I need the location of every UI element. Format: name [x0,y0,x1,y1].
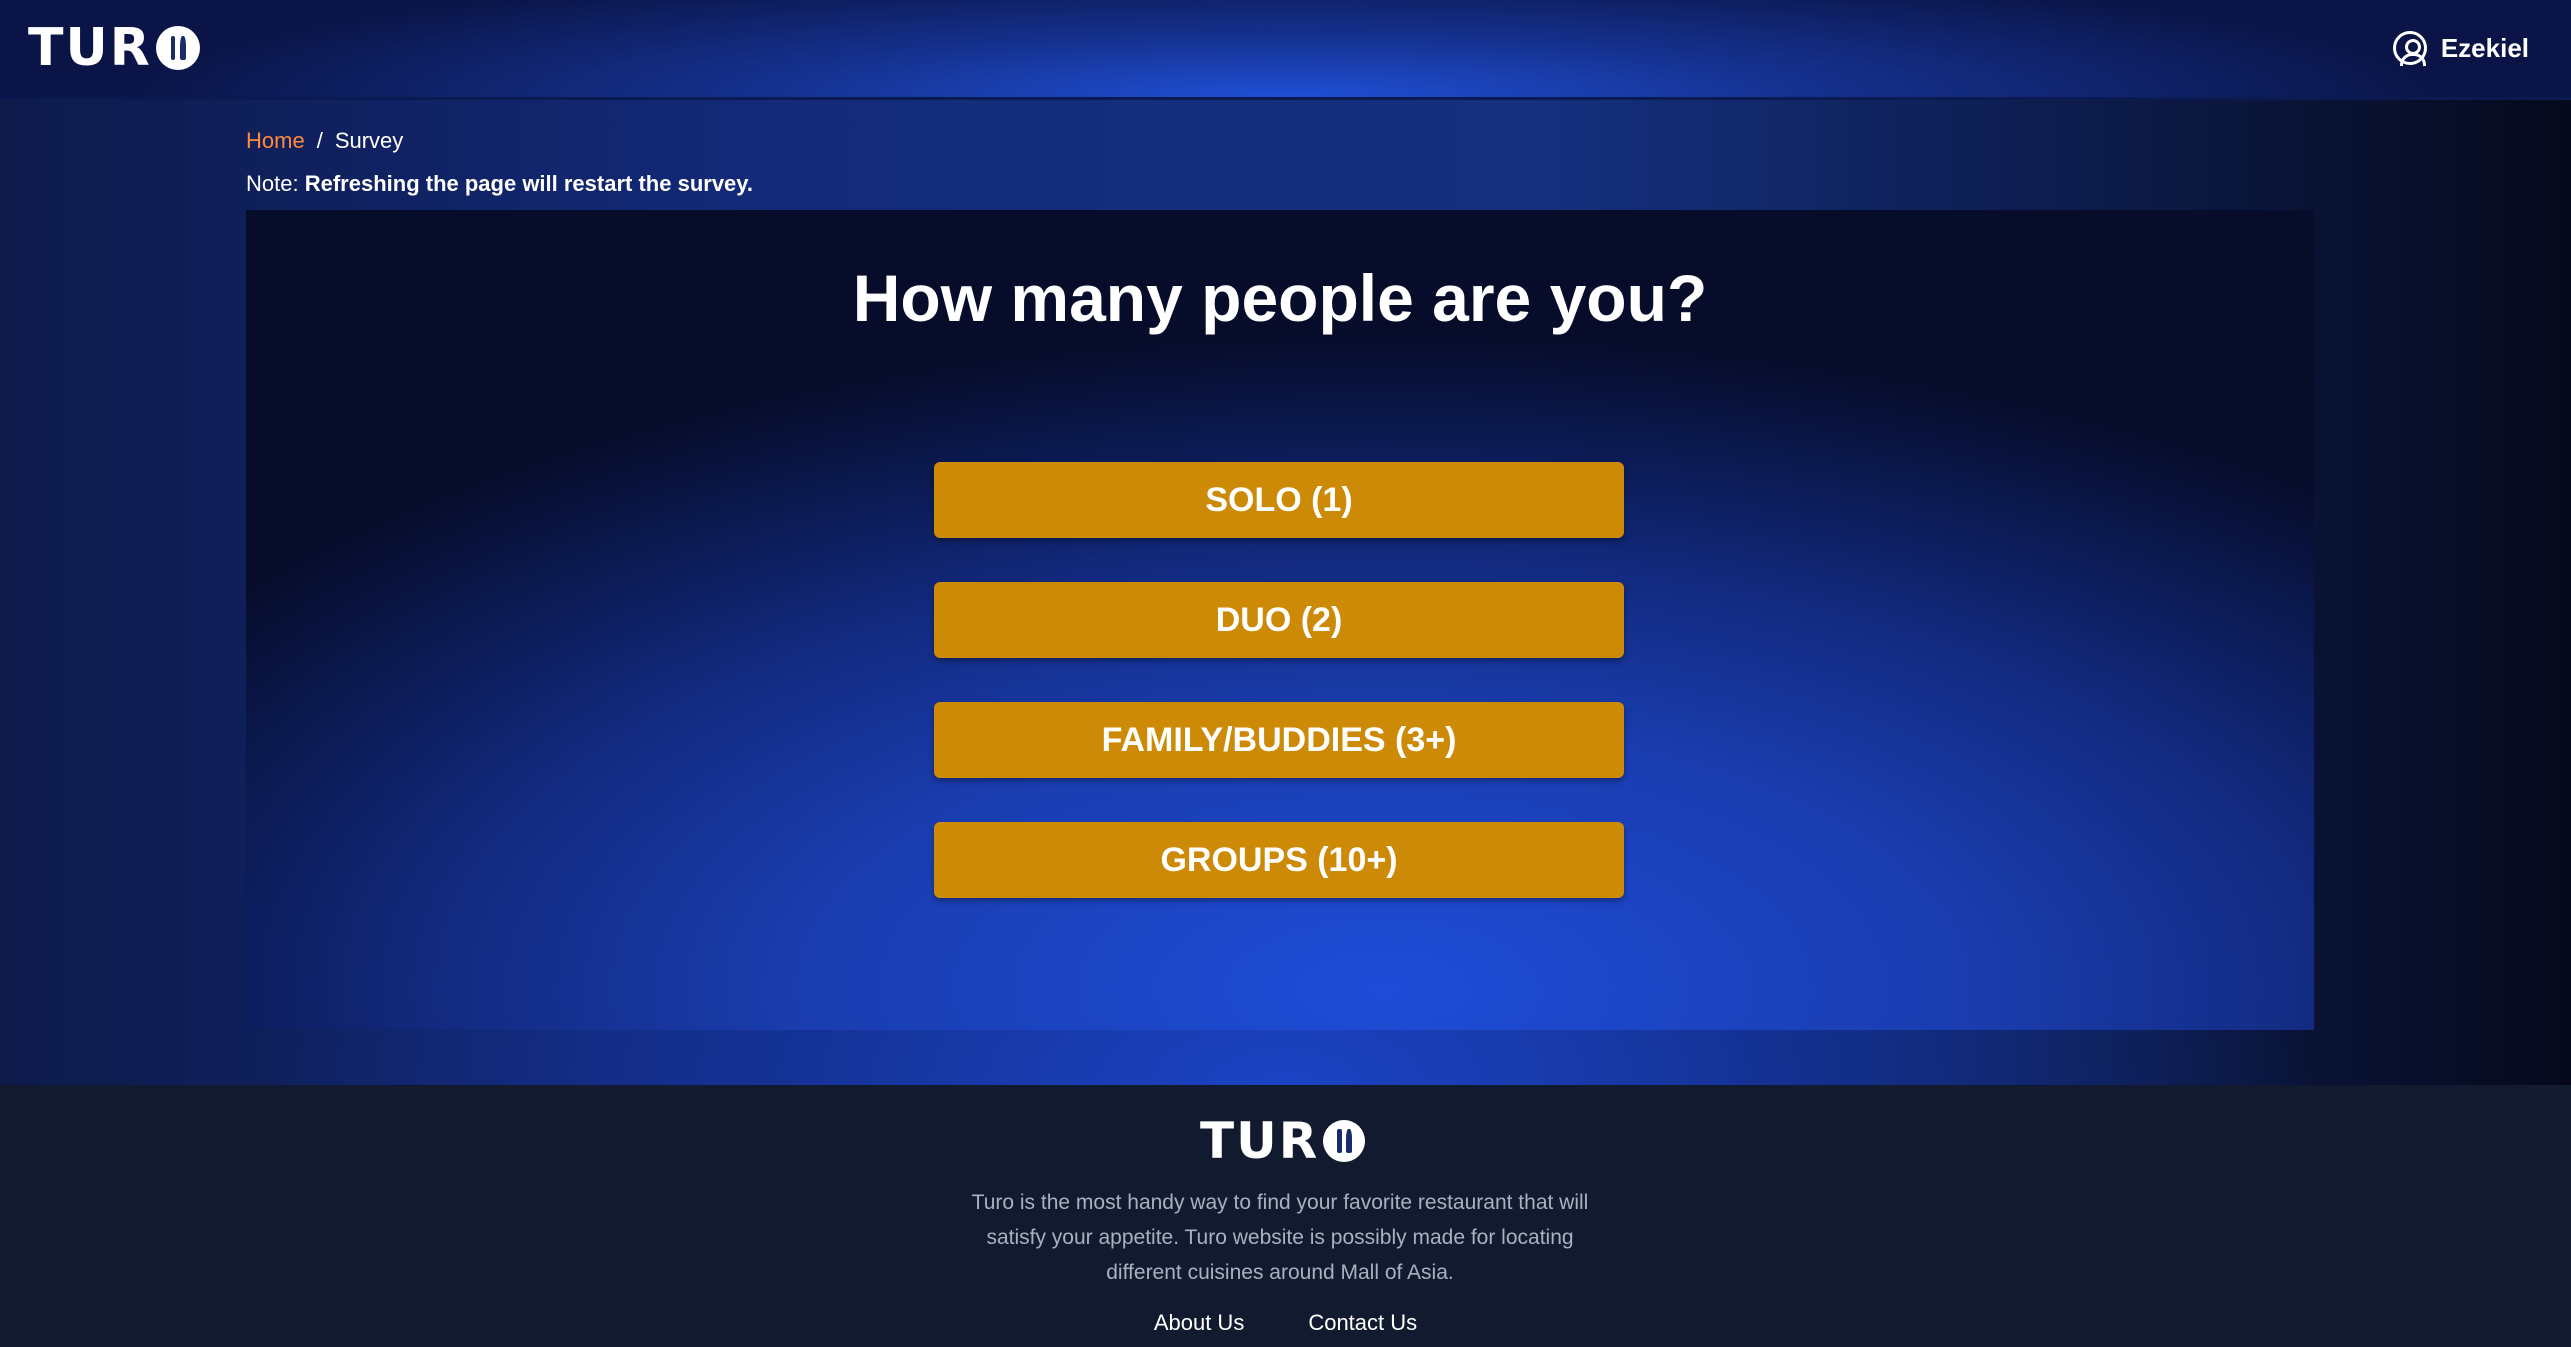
top-navbar: TUR Ezekiel [0,0,2571,100]
footer-logo: TUR [1200,1111,1366,1171]
survey-note: Note: Refreshing the page will restart t… [246,171,753,197]
utensils-o-icon [1323,1120,1366,1162]
footer-description: Turo is the most handy way to find your … [971,1191,1589,1284]
option-groups-button[interactable]: GROUPS (10+) [934,822,1624,898]
breadcrumb: Home / Survey [246,128,403,154]
breadcrumb-current: Survey [334,128,404,153]
user-menu[interactable]: Ezekiel [2392,28,2529,68]
user-name: Ezekiel [2440,32,2529,63]
footer: TUR Turo is the most handy way to find y… [0,1085,2571,1347]
survey-question: How many people are you? [852,261,1708,335]
about-us-link[interactable]: About Us [1154,1310,1245,1336]
breadcrumb-home-link[interactable]: Home [246,128,305,154]
note-label: Note: [246,171,299,196]
option-duo-button[interactable]: DUO (2) [934,582,1624,658]
footer-links: About Us Contact Us [0,1310,2571,1336]
note-text: Refreshing the page will restart the sur… [304,171,754,196]
turo-logo[interactable]: TUR [28,18,200,78]
user-circle-icon [2392,31,2427,66]
option-family-buddies-button[interactable]: FAMILY/BUDDIES (3+) [934,702,1624,778]
contact-us-link[interactable]: Contact Us [1308,1310,1417,1336]
footer-logo-text: TUR [1200,1112,1320,1170]
main-content: Home / Survey Note: Refreshing the page … [0,100,2571,1085]
logo-text: TUR [28,18,152,78]
utensils-o-icon [155,26,200,70]
survey-panel: How many people are you? SOLO (1) DUO (2… [246,210,2314,1030]
option-solo-button[interactable]: SOLO (1) [934,462,1624,538]
breadcrumb-separator: / [316,128,323,153]
